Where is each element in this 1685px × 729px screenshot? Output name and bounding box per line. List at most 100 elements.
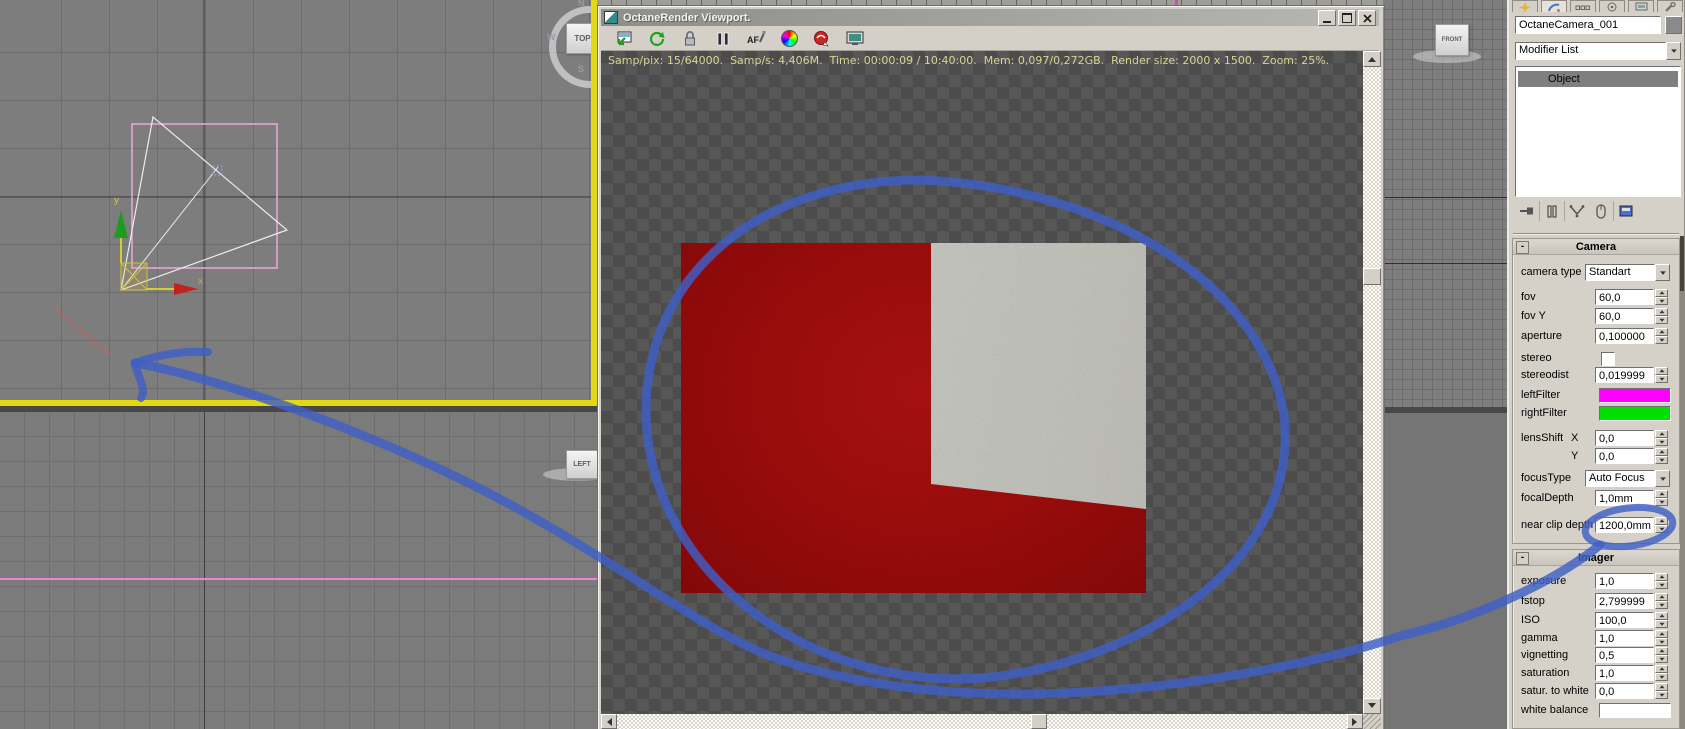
viewport-top[interactable]: y x N W S TOP [0,0,631,406]
near-clip-depth-spinner[interactable] [1655,517,1668,533]
iso-field[interactable]: 100,0 [1595,612,1654,628]
param-row-vignetting: vignetting 0,5 [1507,647,1685,663]
fstop-field[interactable]: 2,799999 [1595,593,1654,609]
autofocus-picker-button[interactable]: AF [745,29,767,48]
scroll-up-button[interactable] [1363,51,1381,67]
network-render-icon [814,30,829,46]
render-view[interactable]: Samp/pix: 15/64000. Samp/s: 4,406M. Time… [601,51,1363,714]
vertical-scrollbar[interactable] [1363,51,1381,714]
vertical-scroll-thumb[interactable] [1363,268,1381,285]
fov-y-spinner[interactable] [1655,308,1668,324]
object-color-swatch[interactable] [1665,16,1682,34]
collapse-icon[interactable]: - [1516,552,1529,565]
lock-resolution-button[interactable] [679,29,701,48]
scroll-left-button[interactable] [601,714,617,729]
configure-modifier-sets-button[interactable] [1613,201,1638,221]
pause-render-button[interactable] [712,29,734,48]
pin-stack-button[interactable] [1515,201,1539,221]
vignetting-field[interactable]: 0,5 [1595,647,1654,663]
focaldepth-field[interactable]: 1,0mm [1595,490,1654,506]
render-noise-overlay [681,243,1146,593]
exposure-field[interactable]: 1,0 [1595,573,1654,589]
horizontal-scrollbar[interactable] [601,714,1363,729]
scroll-right-button[interactable] [1347,714,1363,729]
lensshift-y-field[interactable]: 0,0 [1595,448,1654,464]
param-row-camera-type: camera type Standart [1507,264,1685,281]
tab-display[interactable] [1628,0,1654,12]
whitebalance-picker-button[interactable] [778,29,800,48]
rollout-imager-header[interactable]: - Imager [1513,550,1679,566]
minimize-button[interactable] [1318,10,1336,26]
modifier-list-dropdown[interactable]: Modifier List [1515,42,1681,60]
save-image-button[interactable] [613,29,635,48]
window-icon [604,11,618,24]
network-render-button[interactable] [811,29,833,48]
lensshift-x-field[interactable]: 0,0 [1595,430,1654,446]
modify-icon [1548,3,1560,12]
exposure-spinner[interactable] [1655,573,1668,589]
command-panel-tabs [1512,0,1683,12]
fov-y-field[interactable]: 60,0 [1595,308,1654,324]
restart-render-button[interactable] [646,29,668,48]
modifier-stack-item[interactable]: Object [1518,71,1678,87]
collapse-icon[interactable]: - [1516,241,1529,254]
modifier-stack-list[interactable]: Object [1515,66,1681,197]
panel-scrollbar[interactable] [1680,236,1684,729]
tab-create[interactable] [1512,0,1538,12]
tab-motion[interactable] [1599,0,1625,12]
octane-render-window: OctaneRender Viewport. AF Samp/pix: 15/6… [597,5,1385,729]
color-wheel-icon [780,30,798,47]
object-name-field[interactable] [1515,16,1661,34]
focustype-dropdown[interactable]: Auto Focus [1585,470,1670,487]
gamma-spinner[interactable] [1655,630,1668,646]
vignetting-spinner[interactable] [1655,647,1668,663]
gamma-field[interactable]: 1,0 [1595,630,1654,646]
compass-south[interactable]: S [578,64,584,74]
viewcube-left[interactable]: LEFT [566,450,598,479]
viewport-front-strip[interactable]: FRONT [1383,0,1507,729]
panel-scroll-thumb[interactable] [1680,236,1684,291]
chevron-down-icon [1666,42,1681,60]
chevron-down-icon [1655,470,1670,487]
lensshift-y-spinner[interactable] [1655,448,1668,464]
viewcube-front[interactable]: FRONT [1435,24,1469,56]
lensshift-x-spinner[interactable] [1655,430,1668,446]
scroll-down-button[interactable] [1363,698,1381,714]
horizontal-scroll-thumb[interactable] [1031,714,1047,729]
saturation-field[interactable]: 1,0 [1595,665,1654,681]
stereodist-spinner[interactable] [1655,367,1668,383]
make-unique-button[interactable] [1564,201,1589,221]
tab-utilities[interactable] [1657,0,1683,12]
fov-spinner[interactable] [1655,289,1668,305]
viewport-left[interactable]: LEFT [0,412,613,729]
show-end-result-button[interactable] [1539,201,1564,221]
focaldepth-spinner[interactable] [1655,490,1668,506]
near-clip-depth-field[interactable]: 1200,0mm [1595,517,1654,533]
fit-to-screen-button[interactable] [844,29,866,48]
remove-modifier-button[interactable] [1589,201,1613,221]
satur-to-white-spinner[interactable] [1655,683,1668,699]
fov-field[interactable]: 60,0 [1595,289,1654,305]
white-balance-color-swatch[interactable] [1599,703,1671,718]
leftfilter-color-swatch[interactable] [1599,388,1671,403]
tab-hierarchy[interactable] [1570,0,1596,12]
rollout-camera-header[interactable]: - Camera [1513,239,1679,255]
window-titlebar[interactable]: OctaneRender Viewport. [601,9,1379,26]
window-resize-grip[interactable] [1363,714,1381,729]
close-button[interactable] [1358,10,1376,26]
tab-modify[interactable] [1541,0,1567,12]
rightfilter-color-swatch[interactable] [1599,406,1671,421]
compass-west[interactable]: W [547,32,556,42]
saturation-spinner[interactable] [1655,665,1668,681]
stereodist-field[interactable]: 0,019999 [1595,367,1654,383]
stereo-checkbox[interactable] [1601,352,1615,366]
fstop-spinner[interactable] [1655,593,1668,609]
satur-to-white-field[interactable]: 0,0 [1595,683,1654,699]
param-row-rightfilter: rightFilter [1507,405,1685,421]
maximize-button[interactable] [1338,10,1356,26]
camera-type-dropdown[interactable]: Standart [1585,264,1670,281]
aperture-spinner[interactable] [1655,328,1668,344]
iso-spinner[interactable] [1655,612,1668,628]
compass-north[interactable]: N [578,0,585,8]
aperture-field[interactable]: 0,100000 [1595,328,1654,344]
